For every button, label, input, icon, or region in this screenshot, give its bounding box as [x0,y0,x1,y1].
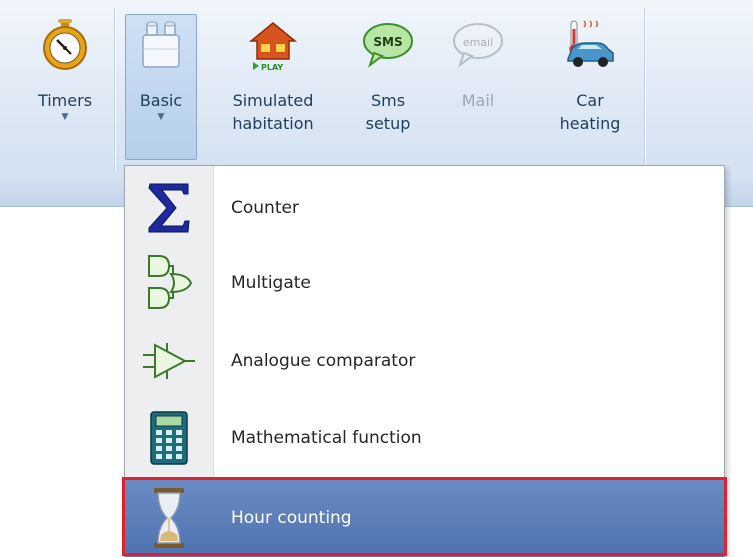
chevron-down-icon: ▼ [61,112,69,122]
sms-setup-button[interactable]: SMS Sms setup [355,14,421,160]
basic-label: Basic [139,91,183,110]
menu-item-label: Multigate [231,273,311,293]
menu-item-label: Counter [231,198,299,218]
svg-text:email: email [463,36,493,49]
sms-bubble-icon: SMS [363,23,413,68]
calculator-icon [150,411,188,465]
timers-label: Timers [37,91,93,110]
car-heating-icon [567,20,614,67]
menu-item-counter[interactable]: Counter [125,169,724,247]
chevron-down-icon: ▼ [157,112,165,122]
group-separator [644,8,645,173]
house-play-icon: PLAY [248,22,298,71]
menu-item-multigate[interactable]: Multigate [125,244,724,322]
sigma-icon [148,183,190,233]
menu-item-label: Mathematical function [231,428,422,448]
simulated-habitation-button[interactable]: PLAY Simulated habitation [216,14,330,160]
email-bubble-icon: email [453,23,503,68]
sms-setup-label: Sms setup [365,91,411,133]
car-heating-button[interactable]: Car heating [548,14,632,160]
stopwatch-icon [43,19,87,70]
blocks-icon [142,21,180,68]
group-separator [114,8,115,173]
menu-item-mathematical-function[interactable]: Mathematical function [125,399,724,477]
svg-text:SMS: SMS [373,35,402,49]
comparator-icon [143,343,195,379]
menu-item-label: Analogue comparator [231,351,416,371]
car-heating-label: Car heating [559,91,621,133]
svg-text:PLAY: PLAY [261,63,283,71]
simulated-habitation-label: Simulated habitation [232,91,314,133]
logic-gates-icon [148,255,193,309]
mail-button[interactable]: email Mail [445,14,511,160]
selection-highlight-box [122,477,727,556]
menu-item-analogue-comparator[interactable]: Analogue comparator [125,322,724,400]
ribbon: Timers ▼ Basic ▼ PLAY Simulated habitati… [0,0,753,181]
mail-label: Mail [461,91,495,110]
timers-button[interactable]: Timers ▼ [28,14,102,160]
basic-button[interactable]: Basic ▼ [125,14,197,160]
